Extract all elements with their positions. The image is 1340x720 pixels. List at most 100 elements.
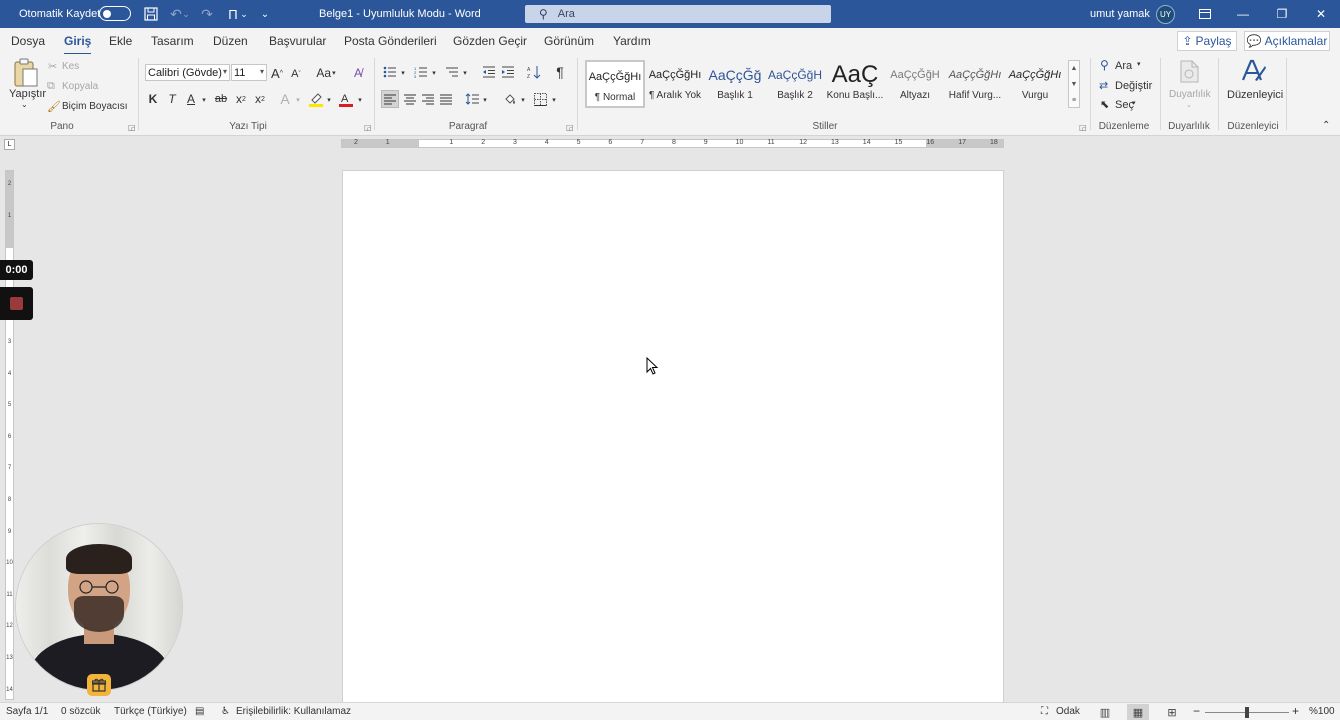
shading-dropdown-icon[interactable]: ▾: [519, 93, 527, 107]
increase-indent-icon[interactable]: [500, 64, 516, 80]
save-icon[interactable]: [142, 0, 160, 28]
recording-stop-button[interactable]: [0, 287, 33, 320]
borders-icon[interactable]: [531, 90, 549, 108]
tab-ekle[interactable]: Ekle: [109, 34, 132, 48]
cut-button[interactable]: Kes: [62, 61, 79, 72]
underline-button[interactable]: A: [184, 91, 198, 107]
highlight-color-icon[interactable]: [307, 90, 325, 108]
shading-icon[interactable]: [501, 90, 519, 108]
tab-yardim[interactable]: Yardım: [613, 34, 651, 48]
styles-gallery-scroll[interactable]: ▲ ▼ ≡: [1068, 60, 1080, 108]
font-size-combo[interactable]: 11 ▾: [231, 64, 267, 81]
proofing-icon[interactable]: ▤: [195, 706, 204, 717]
tab-giris[interactable]: Giriş: [64, 34, 92, 56]
search-input[interactable]: ⚲ Ara: [525, 5, 831, 23]
font-color-icon[interactable]: A: [337, 90, 355, 108]
draw-dropdown-icon[interactable]: ⌄: [240, 0, 248, 28]
focus-button[interactable]: Odak: [1056, 706, 1080, 717]
bold-button[interactable]: K: [146, 91, 160, 107]
zoom-in-icon[interactable]: +: [1292, 704, 1299, 718]
replace-button[interactable]: Değiştir: [1115, 80, 1152, 92]
grow-font-button[interactable]: A ^: [269, 65, 285, 81]
tab-gorunum[interactable]: Görünüm: [544, 34, 594, 48]
user-name[interactable]: umut yamak: [1090, 0, 1150, 28]
zoom-out-icon[interactable]: −: [1193, 704, 1200, 718]
sensitivity-dropdown-icon[interactable]: ⌄: [1186, 101, 1192, 109]
copy-button[interactable]: Kopyala: [62, 81, 98, 92]
strikethrough-button[interactable]: ab: [213, 91, 229, 107]
comments-button[interactable]: 💬 Açıklamalar: [1244, 31, 1330, 51]
more-styles-icon[interactable]: ≡: [1069, 93, 1079, 109]
tab-posta-gonderileri[interactable]: Posta Gönderileri: [344, 34, 437, 48]
line-spacing-icon[interactable]: [463, 90, 481, 108]
borders-dropdown-icon[interactable]: ▾: [550, 93, 558, 107]
multilevel-dropdown-icon[interactable]: ▾: [461, 66, 469, 80]
clear-formatting-icon[interactable]: A̸: [349, 64, 367, 82]
change-case-button[interactable]: Aa ▾: [313, 65, 339, 81]
document-page[interactable]: [342, 170, 1004, 702]
web-layout-icon[interactable]: ⊞: [1161, 704, 1183, 720]
close-button[interactable]: ✕: [1298, 0, 1340, 28]
tab-tasarim[interactable]: Tasarım: [151, 34, 194, 48]
tab-duzen[interactable]: Düzen: [213, 34, 248, 48]
highlight-dropdown-icon[interactable]: ▾: [325, 93, 333, 107]
style-subtle-emphasis[interactable]: AaÇçĞğHı Hafif Vurg...: [945, 60, 1005, 108]
numbering-icon[interactable]: 123: [413, 64, 429, 80]
print-layout-icon[interactable]: ▦: [1127, 704, 1149, 720]
tab-dosya[interactable]: Dosya: [11, 34, 45, 48]
paste-icon[interactable]: [12, 58, 40, 91]
editor-button[interactable]: Düzenleyici: [1227, 89, 1283, 101]
style-subtitle[interactable]: AaÇçĞğH Altyazı: [885, 60, 945, 108]
style-heading-2[interactable]: AaÇçĞğH Başlık 2: [765, 60, 825, 108]
chevron-up-icon[interactable]: ▲: [1069, 61, 1079, 77]
format-painter-button[interactable]: Biçim Boyacısı: [62, 101, 128, 112]
collapse-ribbon-icon[interactable]: ⌃: [1322, 120, 1330, 131]
find-dropdown-icon[interactable]: ▾: [1137, 60, 1141, 68]
font-launcher-icon[interactable]: ◲: [364, 123, 372, 132]
style-title[interactable]: AaÇ Konu Başlı...: [825, 60, 885, 108]
customize-qat-icon[interactable]: ⌄: [256, 0, 274, 28]
chevron-down-icon[interactable]: ▼: [1069, 77, 1079, 93]
paste-dropdown-icon[interactable]: ⌄: [21, 100, 28, 109]
bullets-icon[interactable]: [382, 64, 398, 80]
align-left-icon[interactable]: [381, 90, 399, 108]
styles-launcher-icon[interactable]: ◲: [1079, 123, 1087, 132]
select-dropdown-icon[interactable]: ▾: [1132, 99, 1136, 107]
zoom-level[interactable]: %100: [1309, 706, 1335, 717]
gift-icon[interactable]: [87, 674, 111, 696]
word-count[interactable]: 0 sözcük: [61, 706, 100, 717]
show-formatting-marks-button[interactable]: ¶: [552, 63, 568, 81]
autosave-toggle[interactable]: [99, 6, 131, 21]
bullets-dropdown-icon[interactable]: ▾: [399, 66, 407, 80]
style-no-spacing[interactable]: AaÇçĞğHı ¶ Aralık Yok: [645, 60, 705, 108]
italic-button[interactable]: T: [165, 91, 179, 107]
shrink-font-button[interactable]: Aˇ: [288, 66, 304, 82]
find-button[interactable]: Ara: [1115, 60, 1132, 72]
language[interactable]: Türkçe (Türkiye): [114, 706, 187, 717]
tab-basvurular[interactable]: Başvurular: [269, 34, 326, 48]
justify-icon[interactable]: [437, 90, 455, 108]
sensitivity-button[interactable]: Duyarlılık: [1169, 89, 1211, 100]
superscript-button[interactable]: x2: [252, 91, 268, 107]
paragraph-launcher-icon[interactable]: ◲: [566, 123, 574, 132]
horizontal-ruler[interactable]: 2 1 1 2 3 4 5 6 7 8 9 10 11 12 13 14 15 16 17 18: [341, 139, 1004, 148]
underline-dropdown-icon[interactable]: ▾: [200, 93, 208, 107]
paste-button[interactable]: Yapıştır: [9, 88, 46, 100]
redo-icon[interactable]: ↷: [198, 0, 216, 28]
zoom-slider-thumb[interactable]: [1245, 707, 1249, 718]
undo-dropdown-icon[interactable]: ⌄: [182, 0, 190, 28]
style-heading-1[interactable]: AaÇçĞğ Başlık 1: [705, 60, 765, 108]
multilevel-list-icon[interactable]: [444, 64, 460, 80]
align-right-icon[interactable]: [419, 90, 437, 108]
font-color-dropdown-icon[interactable]: ▾: [356, 93, 364, 107]
style-normal[interactable]: AaÇçĞğHı ¶ Normal: [585, 60, 645, 108]
accessibility-status[interactable]: Erişilebilirlik: Kullanılamaz: [236, 706, 351, 717]
avatar[interactable]: UY: [1156, 5, 1175, 24]
subscript-button[interactable]: x2: [233, 91, 249, 107]
decrease-indent-icon[interactable]: [481, 64, 497, 80]
clipboard-launcher-icon[interactable]: ◲: [128, 123, 136, 132]
text-effects-icon[interactable]: A: [277, 91, 293, 107]
align-center-icon[interactable]: [401, 90, 419, 108]
style-emphasis[interactable]: AaÇçĞğHı Vurgu: [1005, 60, 1065, 108]
share-button[interactable]: ⇪ Paylaş: [1177, 31, 1237, 51]
